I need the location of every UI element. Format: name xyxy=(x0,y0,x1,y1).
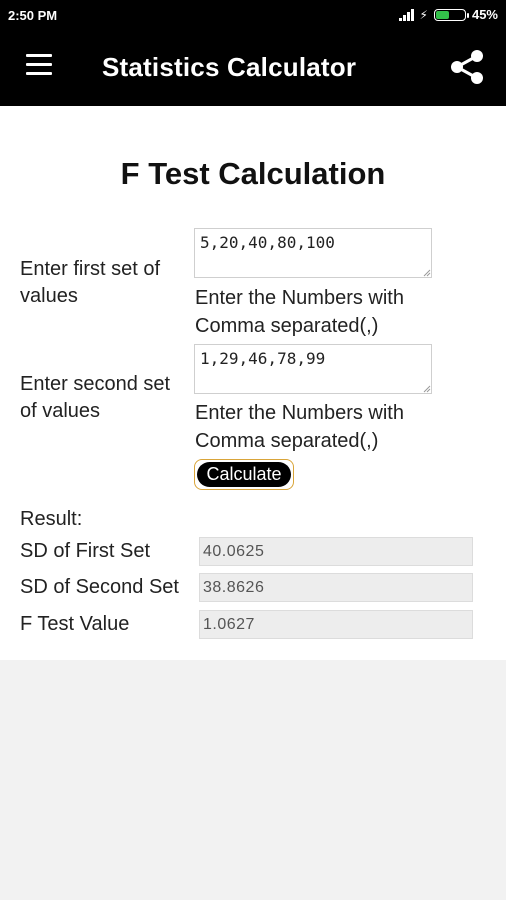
status-time: 2:50 PM xyxy=(8,8,58,23)
f-test-value-label: F Test Value xyxy=(20,613,130,635)
battery-percent: 45% xyxy=(471,7,498,22)
sd-second-set-value: 38.8626 xyxy=(199,573,473,602)
share-icon[interactable] xyxy=(448,48,486,86)
page-title: F Test Calculation xyxy=(120,156,386,191)
second-set-input[interactable]: 1,29,46,78,99 xyxy=(194,344,432,394)
sd-second-set-label: SD of Second Set xyxy=(20,576,179,598)
resize-handle-icon[interactable] xyxy=(423,269,431,277)
first-set-input[interactable]: 5,20,40,80,100 xyxy=(194,228,432,278)
battery-icon xyxy=(433,8,469,21)
signal-icon xyxy=(398,8,414,21)
status-bar: 2:50 PM ⚡ 45% xyxy=(0,0,506,30)
hamburger-menu-icon[interactable] xyxy=(26,54,52,80)
sd-first-set-value: 40.0625 xyxy=(199,537,473,566)
result-heading: Result: xyxy=(20,508,83,530)
calculate-button[interactable]: Calculate xyxy=(194,459,294,490)
second-set-label: Enter second set of values xyxy=(20,373,171,422)
main-content: F Test Calculation Enter first set of va… xyxy=(0,106,506,660)
status-icons: ⚡ 45% xyxy=(398,7,498,22)
app-title: Statistics Calculator xyxy=(102,52,357,82)
second-set-hint: Enter the Numbers with Comma separated(,… xyxy=(195,402,404,452)
first-set-label: Enter first set of values xyxy=(20,258,161,307)
resize-handle-icon[interactable] xyxy=(423,385,431,393)
first-set-hint: Enter the Numbers with Comma separated(,… xyxy=(195,287,404,337)
app-bar: Statistics Calculator xyxy=(0,30,506,106)
charging-bolt-icon: ⚡ xyxy=(419,7,428,22)
sd-first-set-label: SD of First Set xyxy=(20,540,151,562)
calculate-button-label: Calculate xyxy=(197,462,291,487)
f-test-value-field: 1.0627 xyxy=(199,610,473,639)
